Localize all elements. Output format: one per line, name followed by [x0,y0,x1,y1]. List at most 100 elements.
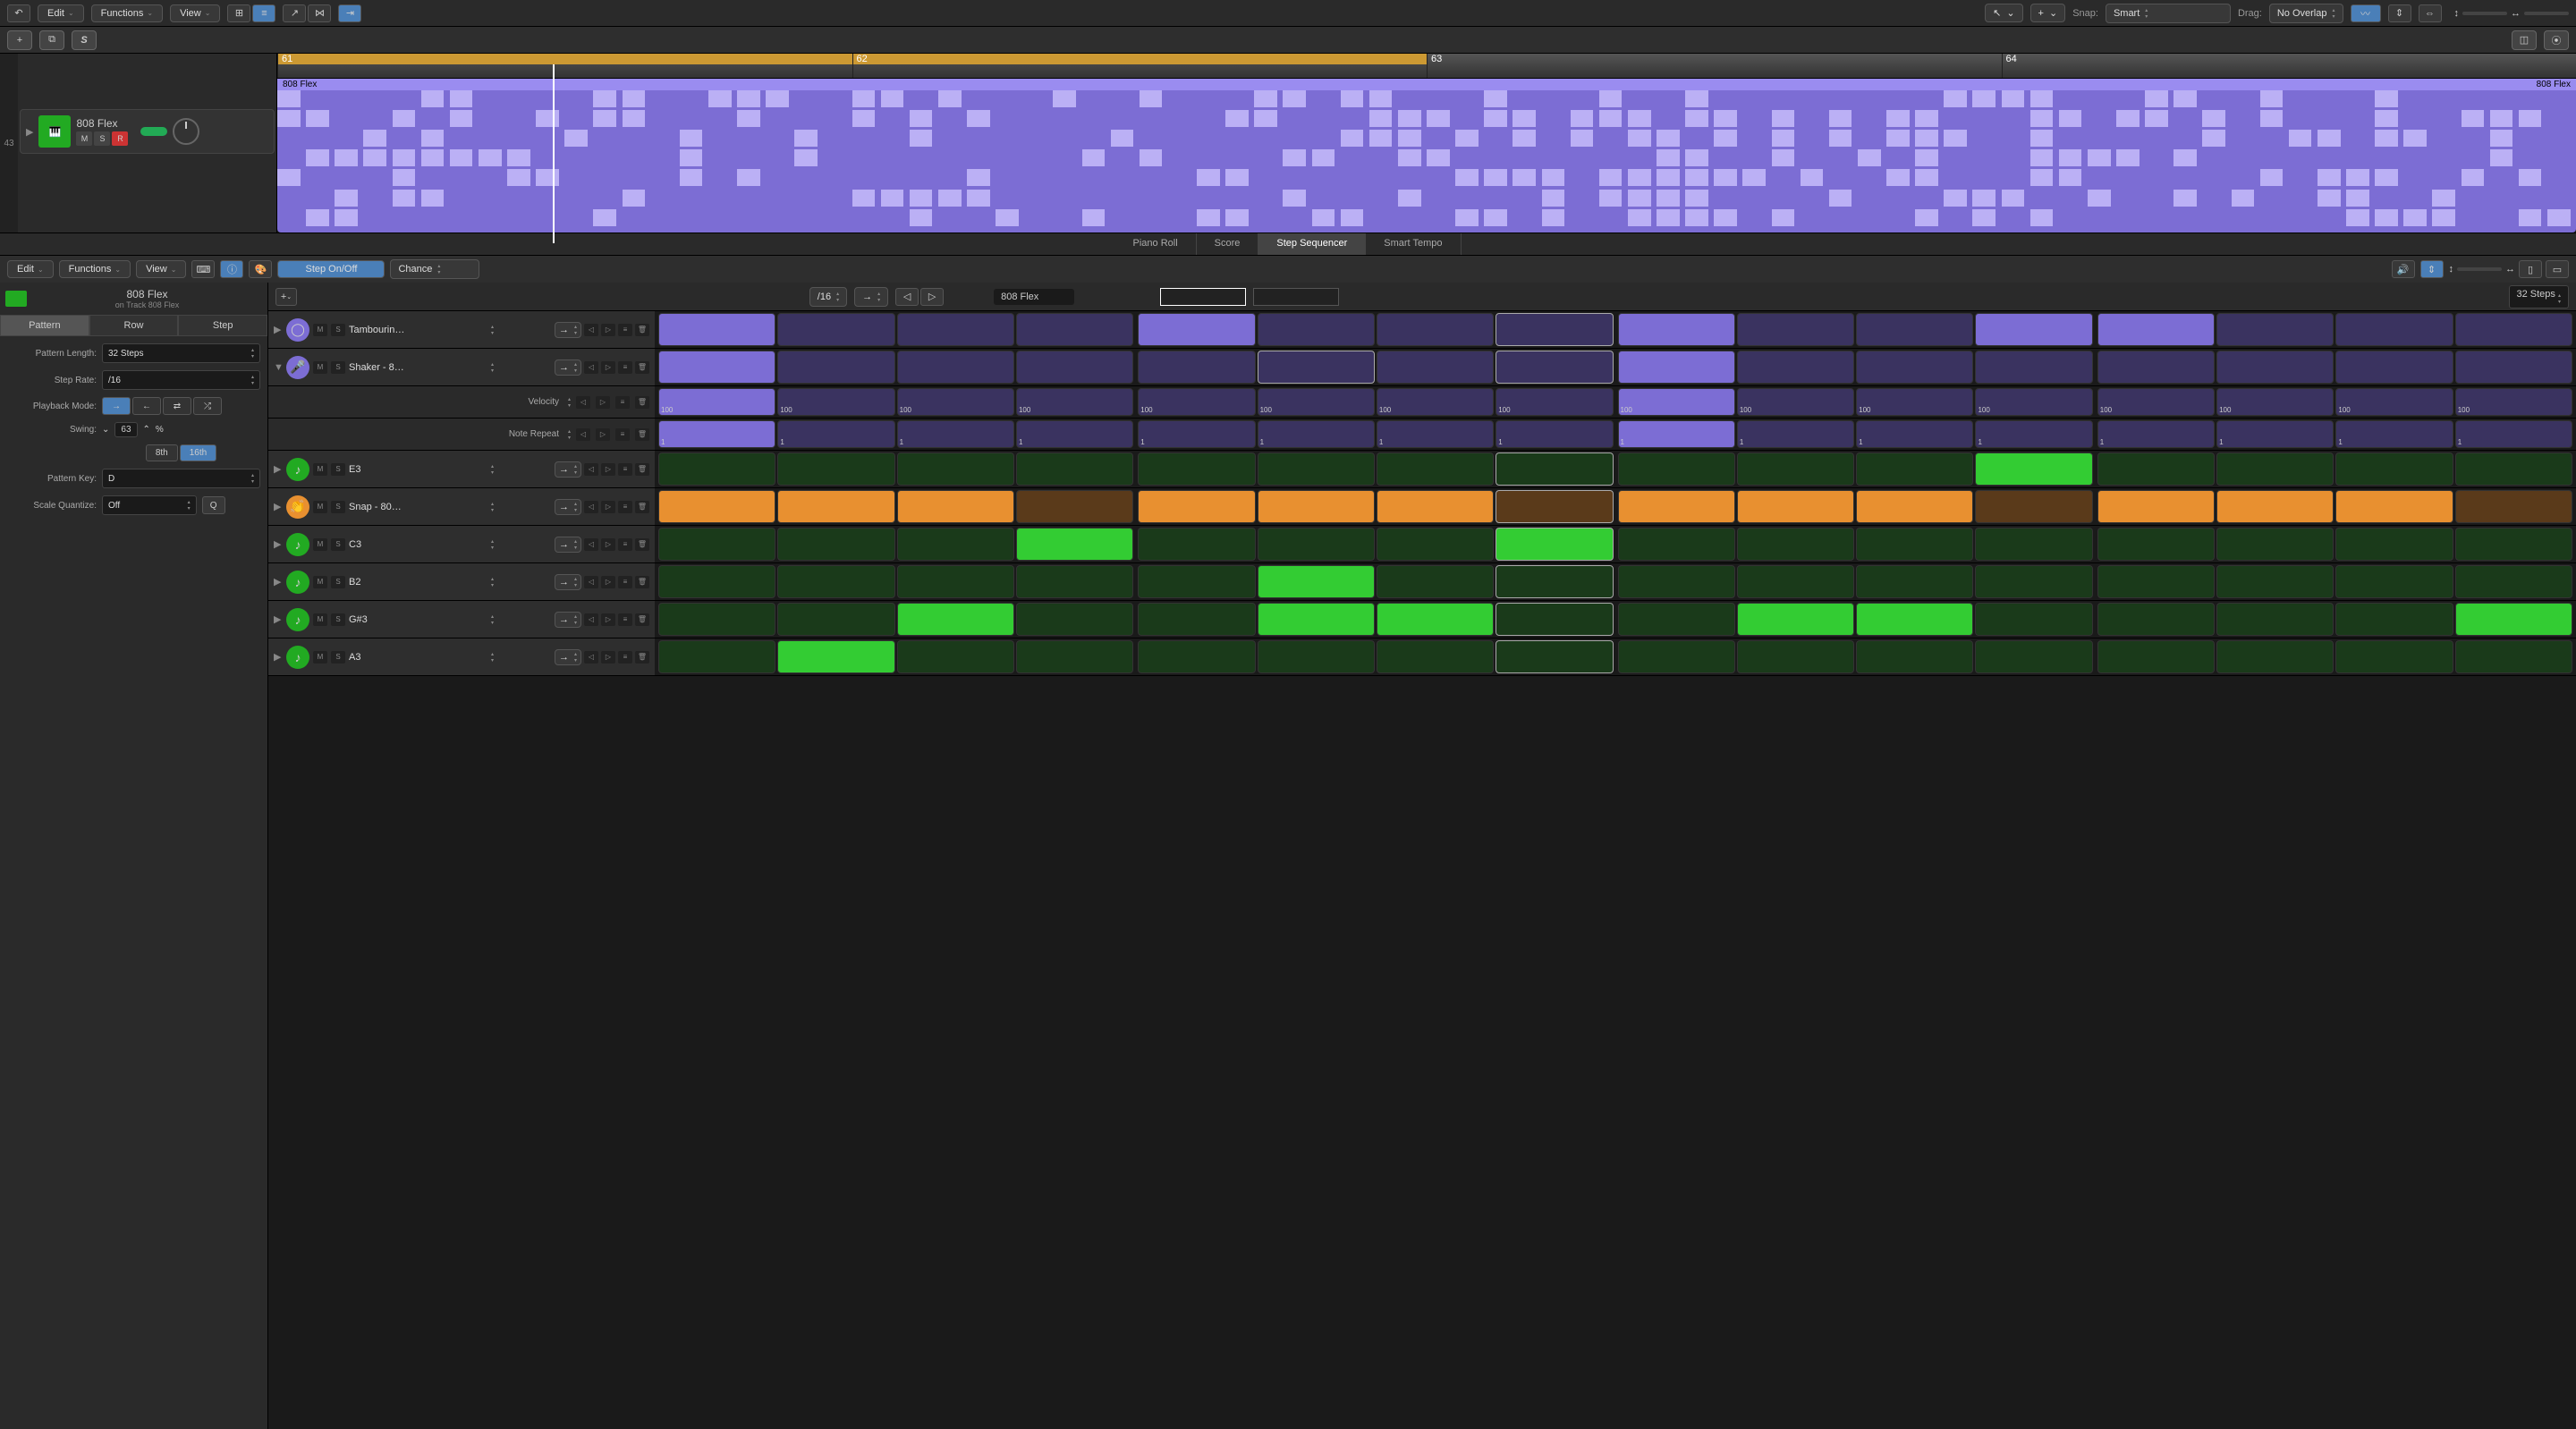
direction-select[interactable]: →▴▾ [854,287,888,307]
step-cell[interactable] [1618,640,1735,673]
seq-row-header[interactable]: ▶ ♪ M S A3 ▴▾ →▴▾ ◁ ▷ ≡ 🗑 [268,638,655,675]
step-cell[interactable] [1016,565,1133,598]
swing-value[interactable]: 63 [114,422,137,437]
step-cell[interactable] [2097,565,2215,598]
row-direction[interactable]: →▴▾ [555,359,581,376]
filter-icon[interactable]: ◫ [2512,30,2537,50]
step-cell[interactable] [2335,640,2453,673]
solo-button[interactable]: S [94,131,110,146]
ruler[interactable]: 61 62 63 64 [277,54,2576,79]
step-subcell[interactable]: 100 [777,388,894,416]
step-cell[interactable] [1496,565,1613,598]
step-cell[interactable] [1377,565,1494,598]
step-cell[interactable] [1737,452,1854,486]
toggle-icon[interactable]: ⦿ [2544,30,2569,50]
step-cell[interactable] [777,640,894,673]
record-button[interactable]: R [112,131,128,146]
step-cell[interactable] [1856,603,1973,636]
step-cell[interactable] [2455,603,2572,636]
tab-step-sequencer[interactable]: Step Sequencer [1258,233,1366,255]
step-subcell[interactable]: 1 [1856,420,1973,448]
step-cell[interactable] [1138,640,1255,673]
nudge-left-icon[interactable]: ◁ [584,613,598,626]
nudge-right-icon[interactable]: ▷ [601,324,615,336]
step-onoff-select[interactable]: Step On/Off [277,260,385,278]
row-direction[interactable]: →▴▾ [555,461,581,478]
step-cell[interactable] [1138,565,1255,598]
step-cell[interactable] [777,452,894,486]
delete-icon[interactable]: 🗑 [635,428,649,441]
step-cell[interactable] [1496,452,1613,486]
seq-row-header[interactable]: ▶ 👏 M S Snap - 80… ▴▾ →▴▾ ◁ ▷ ≡ 🗑 [268,488,655,525]
flex-icon[interactable]: ⋈ [308,4,331,22]
step-cell[interactable] [1496,640,1613,673]
step-cell[interactable] [658,351,775,384]
list-icon[interactable]: ≡ [252,4,275,22]
nudge-right-icon[interactable]: ▷ [596,396,610,409]
step-cell[interactable] [1856,490,1973,523]
step-cell[interactable] [777,528,894,561]
region-lane[interactable]: 808 Flex808 Flex [277,79,2576,233]
row-direction[interactable]: →▴▾ [555,574,581,590]
back-icon[interactable]: ↶ [7,4,30,22]
step-cell[interactable] [1618,313,1735,346]
row-menu-icon[interactable]: ≡ [618,538,632,551]
step-cell[interactable] [1138,351,1255,384]
tab-pattern[interactable]: Pattern [0,315,89,336]
step-cell[interactable] [1856,528,1973,561]
quantize-button[interactable]: Q [202,496,225,514]
nudge-right-icon[interactable]: ▷ [601,538,615,551]
row-solo-button[interactable]: S [331,361,345,374]
step-cell[interactable] [2097,351,2215,384]
row-direction[interactable]: →▴▾ [555,537,581,553]
preview-icon[interactable]: 🔊 [2392,260,2415,278]
step-subcell[interactable]: 1 [1975,420,2092,448]
swing-16th-button[interactable]: 16th [180,444,216,461]
row-solo-button[interactable]: S [331,613,345,626]
row-menu-icon[interactable]: ≡ [615,428,630,441]
step-subcell[interactable]: 100 [1856,388,1973,416]
step-cell[interactable] [2455,565,2572,598]
step-cell[interactable] [2097,313,2215,346]
disclosure-icon[interactable]: ▶ [274,576,283,588]
step-cell[interactable] [777,351,894,384]
step-cell[interactable] [1377,313,1494,346]
step-cell[interactable] [1975,313,2092,346]
step-cell[interactable] [2216,351,2334,384]
step-cell[interactable] [1377,351,1494,384]
ed-edit-menu[interactable]: Edit⌄ [7,260,54,278]
disclosure-icon[interactable]: ▶ [274,651,283,663]
step-cell[interactable] [1377,528,1494,561]
swing-8th-button[interactable]: 8th [146,444,178,461]
step-cell[interactable] [1737,528,1854,561]
step-cell[interactable] [1975,640,2092,673]
mode-pingpong-button[interactable]: ⇄ [163,397,191,415]
step-cell[interactable] [2097,640,2215,673]
seq-row-header[interactable]: ▼ 🎤 M S Shaker - 8… ▴▾ →▴▾ ◁ ▷ ≡ 🗑 [268,349,655,385]
row-mute-button[interactable]: M [313,501,327,513]
ed-view-menu[interactable]: View⌄ [136,260,186,278]
row-solo-button[interactable]: S [331,463,345,476]
step-cell[interactable] [897,490,1014,523]
step-subcell[interactable]: 100 [1737,388,1854,416]
functions-menu[interactable]: Functions⌄ [91,4,163,22]
step-subcell[interactable]: 100 [1016,388,1133,416]
row-mute-button[interactable]: M [313,576,327,588]
swing-dec-button[interactable]: ⌄ [102,425,109,435]
step-subcell[interactable]: 1 [1138,420,1255,448]
step-cell[interactable] [1737,313,1854,346]
row-mute-button[interactable]: M [313,463,327,476]
step-subcell[interactable]: 1 [2455,420,2572,448]
step-cell[interactable] [1737,640,1854,673]
nudge-right-icon[interactable]: ▷ [601,576,615,588]
vzoom-fit-icon[interactable]: ⇕ [2388,4,2411,22]
step-cell[interactable] [2216,452,2334,486]
step-cell[interactable] [897,565,1014,598]
step-cell[interactable] [1258,313,1375,346]
step-cell[interactable] [1377,603,1494,636]
step-subcell[interactable]: 1 [777,420,894,448]
step-cell[interactable] [2335,452,2453,486]
row-stepper[interactable]: ▴▾ [491,361,494,374]
row-solo-button[interactable]: S [331,651,345,664]
ed-functions-menu[interactable]: Functions⌄ [59,260,131,278]
